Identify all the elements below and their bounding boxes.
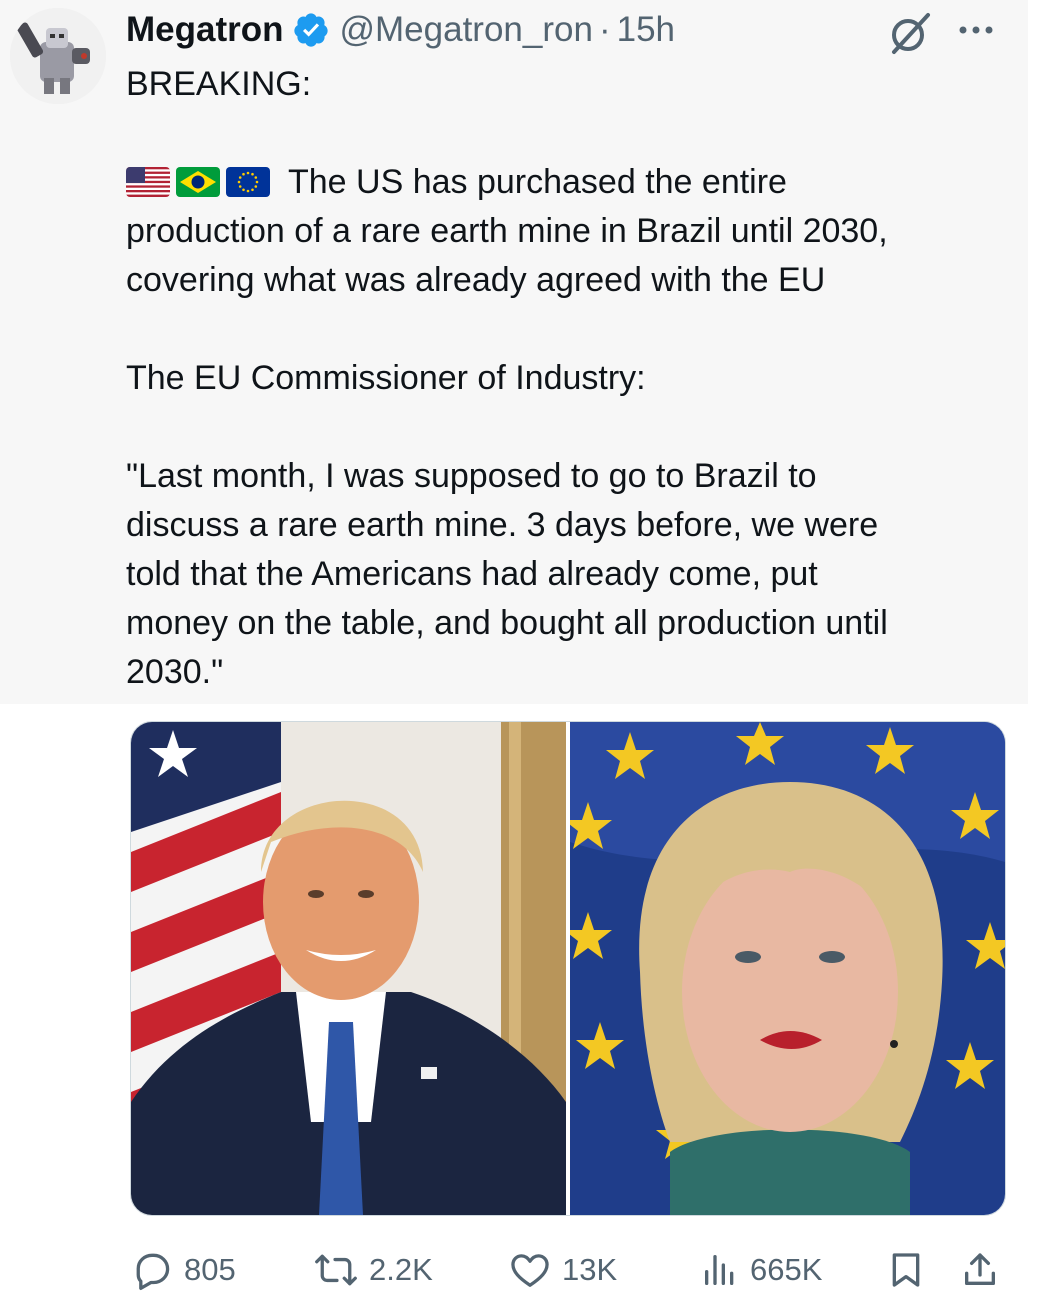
repost-button[interactable]: 2.2K bbox=[313, 1246, 433, 1294]
man-in-suit-with-us-flag-photo[interactable] bbox=[131, 722, 566, 1215]
author-avatar[interactable] bbox=[10, 8, 106, 104]
meta-separator: · bbox=[598, 10, 611, 49]
like-count: 13K bbox=[562, 1252, 618, 1287]
tweet-media[interactable] bbox=[130, 721, 1006, 1216]
tweet-text-segment: The US has purchased the entire bbox=[288, 163, 787, 201]
repost-icon bbox=[315, 1254, 357, 1286]
views-button[interactable]: 665K bbox=[700, 1246, 822, 1294]
us-flag-icon bbox=[126, 167, 170, 197]
flag-emoji-group bbox=[126, 167, 276, 197]
tweet-text-line: BREAKING: bbox=[126, 65, 312, 103]
tweet-text-line: covering what was already agreed with th… bbox=[126, 261, 826, 299]
tweet-text-line: 2030." bbox=[126, 653, 224, 691]
grok-icon[interactable] bbox=[886, 10, 934, 56]
robot-avatar-icon bbox=[10, 8, 106, 104]
tweet-text-line: "Last month, I was supposed to go to Bra… bbox=[126, 457, 817, 495]
bookmark-icon bbox=[892, 1253, 920, 1287]
tweet-timestamp[interactable]: 15h bbox=[617, 10, 675, 50]
heart-icon bbox=[511, 1254, 549, 1287]
tweet-text-line: money on the table, and bought all produ… bbox=[126, 604, 888, 642]
brazil-flag-icon bbox=[176, 167, 220, 197]
tweet-text-line: The EU Commissioner of Industry: bbox=[126, 359, 646, 397]
tweet-text-line: discuss a rare earth mine. 3 days before… bbox=[126, 506, 879, 544]
author-display-name[interactable]: Megatron bbox=[126, 10, 284, 50]
reply-icon bbox=[136, 1253, 170, 1290]
bookmark-button[interactable] bbox=[886, 1246, 926, 1294]
analytics-bar-icon bbox=[705, 1255, 734, 1285]
repost-count: 2.2K bbox=[369, 1252, 433, 1287]
more-options-icon[interactable] bbox=[955, 18, 997, 42]
reply-button[interactable]: 805 bbox=[130, 1246, 236, 1294]
eu-flag-icon bbox=[226, 167, 270, 197]
tweet-text-line: production of a rare earth mine in Brazi… bbox=[126, 212, 888, 250]
tweet-text-line: told that the Americans had already come… bbox=[126, 555, 818, 593]
reply-count: 805 bbox=[184, 1252, 236, 1287]
verified-badge-icon[interactable] bbox=[292, 11, 330, 49]
view-count: 665K bbox=[750, 1252, 823, 1287]
tweet-text-line-with-flags: The US has purchased the entire bbox=[126, 158, 1006, 207]
share-upload-icon bbox=[965, 1253, 995, 1285]
tweet-header: Megatron @Megatron_ron · 15h bbox=[126, 8, 675, 52]
woman-with-eu-flag-photo[interactable] bbox=[570, 722, 1005, 1215]
tweet-text: BREAKING: The US has purchased the entir… bbox=[126, 60, 1006, 697]
tweet-action-bar: 805 2.2K 13K 665K bbox=[130, 1246, 1010, 1294]
share-button[interactable] bbox=[960, 1246, 1000, 1294]
author-handle[interactable]: @Megatron_ron bbox=[340, 10, 593, 50]
like-button[interactable]: 13K bbox=[508, 1246, 617, 1294]
